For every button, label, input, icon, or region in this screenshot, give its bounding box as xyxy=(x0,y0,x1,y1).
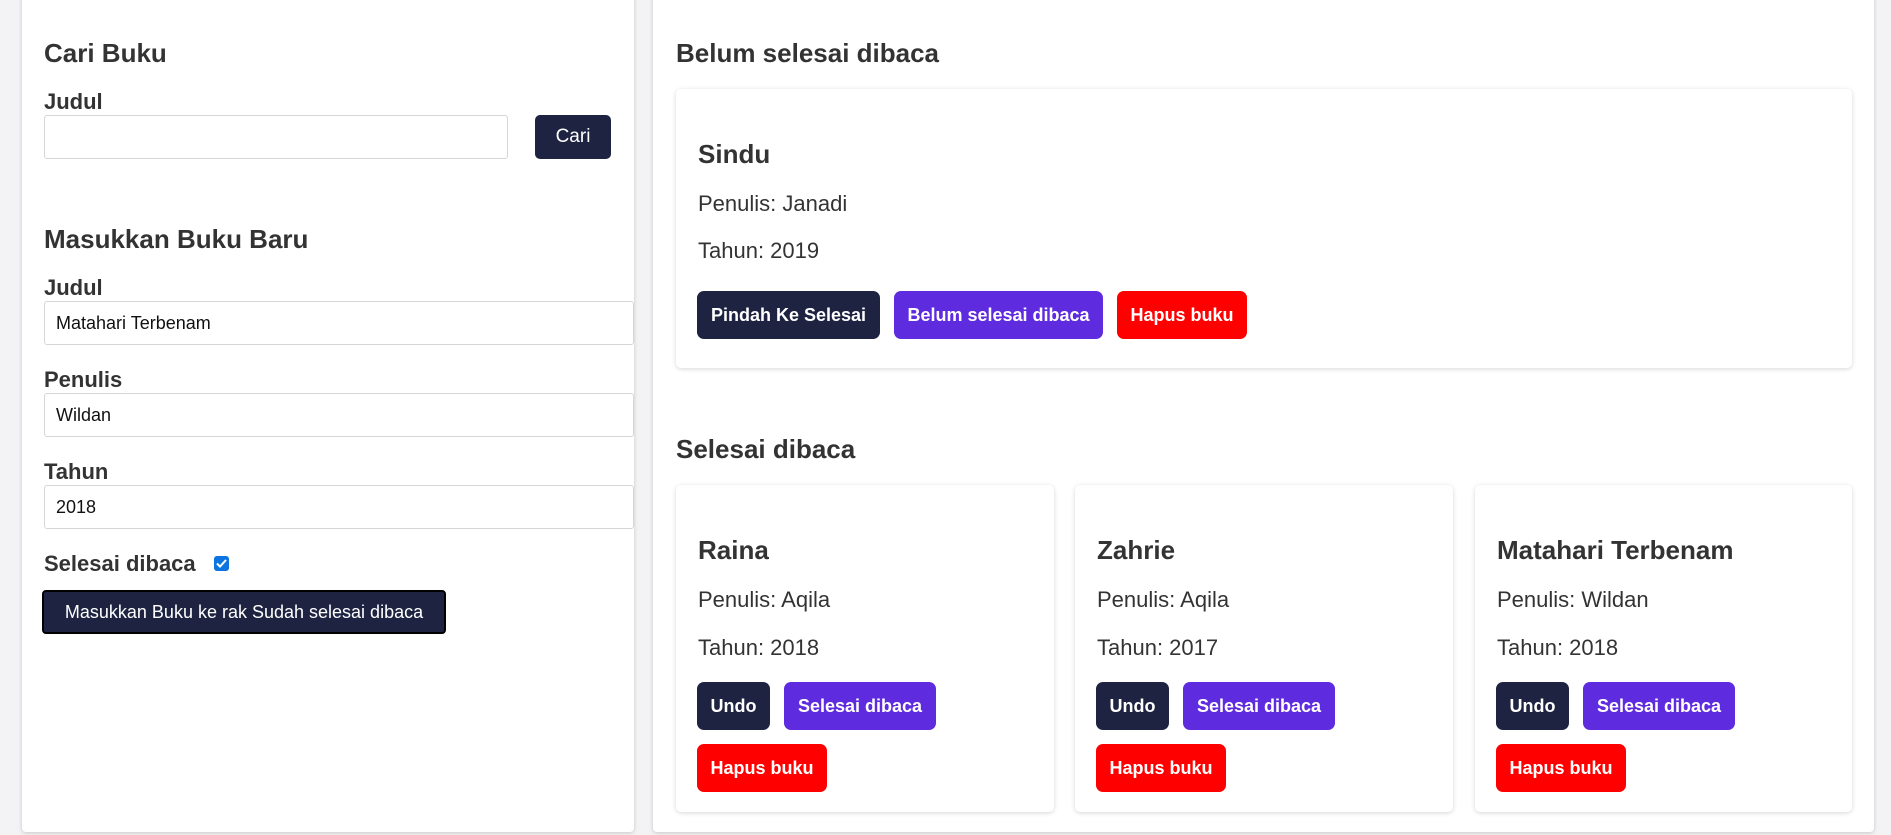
status-button[interactable]: Selesai dibaca xyxy=(1583,682,1735,730)
book-title: Zahrie xyxy=(1097,535,1176,565)
book-author: Penulis: Aqila xyxy=(698,587,831,612)
book-card: Sindu Penulis: Janadi Tahun: 2019 Pindah… xyxy=(676,89,1852,368)
add-judul-label: Judul xyxy=(44,275,103,300)
book-author: Penulis: Janadi xyxy=(698,191,848,216)
book-author: Penulis: Aqila xyxy=(1097,587,1230,612)
book-year: Tahun: 2018 xyxy=(1497,635,1619,660)
status-button[interactable]: Selesai dibaca xyxy=(784,682,936,730)
selesai-checkbox-label: Selesai dibaca xyxy=(44,551,196,576)
delete-book-button[interactable]: Hapus buku xyxy=(697,744,827,792)
search-input[interactable] xyxy=(44,115,508,159)
delete-book-button[interactable]: Hapus buku xyxy=(1496,744,1626,792)
book-title: Sindu xyxy=(698,139,771,169)
book-author: Penulis: Wildan xyxy=(1497,587,1649,612)
search-section-title: Cari Buku xyxy=(44,38,167,68)
book-title: Raina xyxy=(698,535,769,565)
search-judul-label: Judul xyxy=(44,89,103,114)
undo-button[interactable]: Undo xyxy=(1096,682,1169,730)
undo-button[interactable]: Undo xyxy=(1496,682,1569,730)
bookshelf-panel: Belum selesai dibaca Sindu Penulis: Jana… xyxy=(653,0,1874,832)
add-tahun-label: Tahun xyxy=(44,459,109,484)
search-button[interactable]: Cari xyxy=(535,115,611,159)
book-title: Matahari Terbenam xyxy=(1497,535,1734,565)
undo-button[interactable]: Undo xyxy=(697,682,770,730)
add-penulis-label: Penulis xyxy=(44,367,123,392)
status-button[interactable]: Belum selesai dibaca xyxy=(894,291,1103,339)
add-penulis-input[interactable] xyxy=(44,393,634,437)
book-year: Tahun: 2017 xyxy=(1097,635,1219,660)
delete-book-button[interactable]: Hapus buku xyxy=(1096,744,1226,792)
bookshelf-app: Cari Buku Judul Cari Masukkan Buku Baru … xyxy=(0,0,1891,835)
finished-shelf-title: Selesai dibaca xyxy=(676,434,856,464)
add-judul-input[interactable] xyxy=(44,301,634,345)
selesai-checkbox[interactable] xyxy=(214,556,229,571)
move-to-finished-button[interactable]: Pindah Ke Selesai xyxy=(697,291,880,339)
add-book-section-title: Masukkan Buku Baru xyxy=(44,224,309,254)
submit-book-button[interactable]: Masukkan Buku ke rak Sudah selesai dibac… xyxy=(42,590,446,634)
book-year: Tahun: 2018 xyxy=(698,635,820,660)
add-tahun-input[interactable] xyxy=(44,485,634,529)
status-button[interactable]: Selesai dibaca xyxy=(1183,682,1335,730)
book-card: Matahari Terbenam Penulis: Wildan Tahun:… xyxy=(1475,485,1852,812)
checkmark-icon xyxy=(216,559,227,568)
delete-book-button[interactable]: Hapus buku xyxy=(1117,291,1247,339)
book-year: Tahun: 2019 xyxy=(698,238,820,263)
book-card: Zahrie Penulis: Aqila Tahun: 2017 Undo S… xyxy=(1075,485,1453,812)
form-panel: Cari Buku Judul Cari Masukkan Buku Baru … xyxy=(22,0,634,832)
book-card: Raina Penulis: Aqila Tahun: 2018 Undo Se… xyxy=(676,485,1054,812)
unfinished-shelf-title: Belum selesai dibaca xyxy=(676,38,940,68)
